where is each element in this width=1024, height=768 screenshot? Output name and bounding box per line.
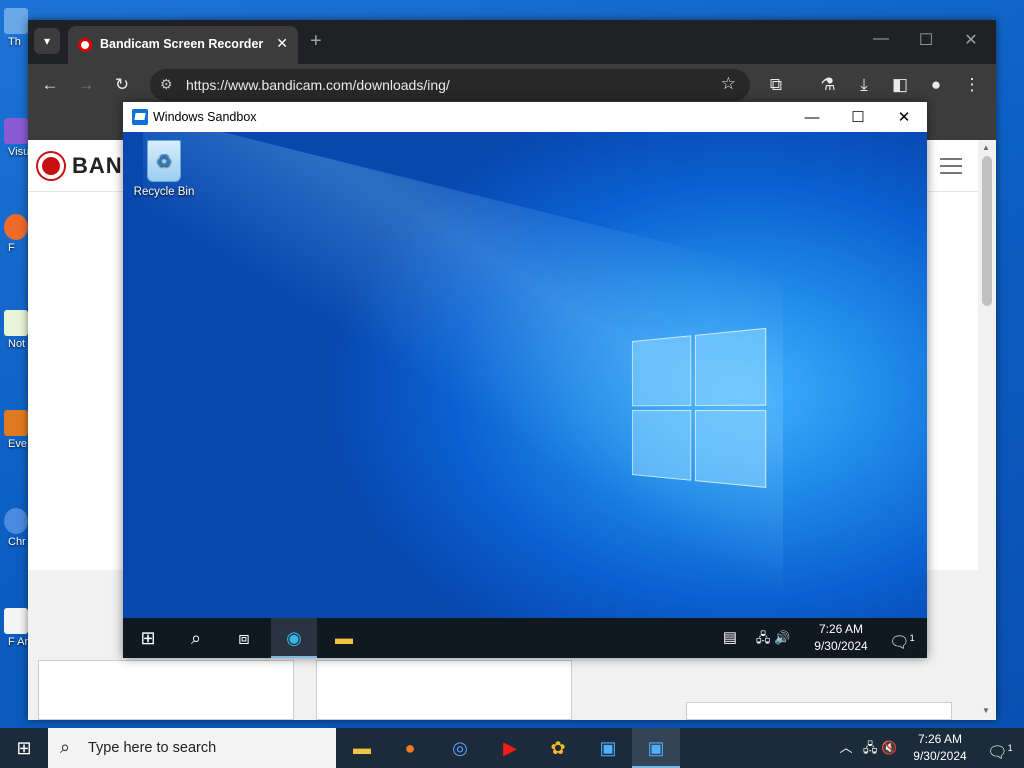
new-tab-button[interactable]: + (310, 30, 322, 53)
youtube-icon[interactable]: ▶ (486, 728, 534, 768)
profile-avatar-icon[interactable]: ● (924, 74, 948, 96)
file-icon (4, 608, 28, 634)
scrollbar-thumb[interactable] (982, 156, 992, 306)
notification-center-icon[interactable]: 🗨1 (976, 728, 1024, 768)
chevron-down-icon: ▾ (43, 34, 51, 48)
url-text: https://www.bandicam.com/downloads/ing/ (186, 77, 450, 93)
search-placeholder: Type here to search (88, 740, 217, 756)
app-pinwheel-icon[interactable]: ✿ (534, 728, 582, 768)
sandbox-app-icon (132, 109, 148, 125)
scroll-up-icon[interactable]: ▲ (982, 143, 990, 152)
sandbox-maximize-button[interactable]: ☐ (835, 106, 881, 130)
page-scrollbar[interactable]: ▲ ▼ (978, 140, 996, 720)
sandbox-desktop: Recycle Bin (123, 132, 927, 618)
taskbar-clock[interactable]: 7:26 AM 9/30/2024 (902, 731, 978, 765)
screenshot-thumbnail[interactable] (316, 660, 572, 720)
chrome-close-button[interactable]: ✕ (956, 30, 986, 50)
sandbox-time: 7:26 AM (818, 622, 864, 636)
bandicam-logo-icon[interactable] (38, 153, 64, 179)
chrome-icon[interactable]: ◎ (436, 728, 484, 768)
firefox-icon[interactable]: ● (386, 728, 434, 768)
desktop-icon-this-pc[interactable]: Th (0, 8, 30, 48)
taskbar-search-box[interactable]: ⌕ Type here to search (48, 728, 336, 768)
bandicam-favicon-icon (78, 38, 92, 52)
host-taskbar: ⊞ ⌕ Type here to search ▬ ● ◎ ▶ ✿ ▣ ▣ ︿ … (0, 728, 1024, 768)
chrome-menu-icon[interactable]: ⋮ (960, 74, 984, 96)
desktop-icon-firefox[interactable]: F (0, 214, 30, 254)
firefox-icon (4, 214, 28, 240)
chrome-maximize-button[interactable]: ☐ (911, 30, 941, 50)
tab-search-button[interactable]: ▾ (34, 28, 60, 54)
labs-flask-icon[interactable]: ⚗ (816, 74, 840, 96)
visual-studio-icon (4, 118, 28, 144)
file-explorer-icon[interactable]: ▬ (338, 728, 386, 768)
forward-icon[interactable]: → (74, 74, 98, 96)
sandbox-start-icon[interactable]: ⊞ (125, 618, 171, 658)
sandbox-edge-icon[interactable]: ◉ (271, 618, 317, 658)
extensions-icon[interactable]: ⧉ (764, 74, 788, 96)
show-hidden-icons-icon[interactable]: ︿ (834, 728, 858, 768)
windows-sandbox-window: Windows Sandbox — ☐ ✕ Recycle Bin ⊞ ⌕ ⧈ … (123, 102, 927, 658)
taskbar-time: 7:26 AM (917, 732, 963, 746)
sandbox-minimize-button[interactable]: — (789, 106, 835, 130)
everything-icon (4, 410, 28, 436)
chrome-icon (4, 508, 28, 534)
desktop-icon-visual-studio[interactable]: Visu (0, 118, 30, 158)
start-icon[interactable]: ⊞ (0, 728, 48, 768)
desktop-icon-everything[interactable]: Eve (0, 410, 30, 450)
sandbox-titlebar[interactable]: Windows Sandbox — ☐ ✕ (123, 102, 927, 132)
sandbox-date: 9/30/2024 (814, 639, 868, 653)
tab-title: Bandicam Screen Recorder Do (100, 37, 265, 51)
sandbox-news-icon[interactable]: ▤ (707, 618, 753, 658)
desktop-icon-file[interactable]: F Ani (0, 608, 30, 648)
notepad-icon (4, 310, 28, 336)
back-icon[interactable]: ← (38, 74, 62, 96)
sandbox-title: Windows Sandbox (153, 110, 257, 124)
sandbox-search-icon[interactable]: ⌕ (173, 618, 219, 658)
sandbox-network-volume-icon[interactable]: 🖧 🔊 (751, 618, 795, 658)
address-bar[interactable]: ⚙ https://www.bandicam.com/downloads/ing… (150, 69, 750, 101)
network-volume-icon[interactable]: 🖧 🔇 (858, 728, 902, 768)
tab-close-icon[interactable]: ✕ (276, 35, 288, 52)
sandbox-app-icon[interactable]: ▣ (584, 728, 632, 768)
sandbox-close-button[interactable]: ✕ (881, 106, 927, 130)
reload-icon[interactable]: ↻ (110, 74, 134, 96)
scroll-down-icon[interactable]: ▼ (982, 706, 990, 715)
site-info-icon[interactable]: ⚙ (160, 76, 173, 93)
sandbox-notification-icon[interactable]: 🗨1 (879, 618, 925, 658)
sandbox-task-view-icon[interactable]: ⧈ (221, 618, 267, 658)
hamburger-menu-icon[interactable] (940, 158, 962, 174)
windows-logo-wallpaper (631, 327, 769, 491)
recycle-bin-label: Recycle Bin (133, 186, 195, 198)
sandbox-clock[interactable]: 7:26 AM 9/30/2024 (809, 621, 873, 655)
taskbar-date: 9/30/2024 (913, 749, 967, 763)
sandbox-file-explorer-icon[interactable]: ▬ (321, 618, 367, 658)
downloads-icon[interactable]: ⤓ (852, 74, 876, 96)
sandbox-taskbar: ⊞ ⌕ ⧈ ◉ ▬ ▤ 🖧 🔊 7:26 AM 9/30/2024 🗨1 (123, 618, 927, 658)
recycle-bin[interactable]: Recycle Bin (131, 138, 197, 198)
tab-bandicam[interactable]: Bandicam Screen Recorder Do ✕ (68, 26, 298, 64)
desktop-icon-notepad[interactable]: Not (0, 310, 30, 350)
site-logo-text[interactable]: BAN (72, 153, 123, 179)
side-panel-icon[interactable]: ◧ (888, 74, 912, 96)
sandbox-app-active-icon[interactable]: ▣ (632, 728, 680, 768)
desktop-icon-chrome[interactable]: Chr (0, 508, 30, 548)
chrome-toolbar: ← → ↻ ⚙ https://www.bandicam.com/downloa… (28, 64, 996, 106)
this-pc-icon (4, 8, 28, 34)
screenshot-thumbnail[interactable] (38, 660, 294, 720)
recycle-bin-icon (147, 140, 181, 182)
bookmark-star-icon[interactable]: ☆ (721, 74, 736, 94)
search-icon: ⌕ (60, 737, 71, 757)
tab-strip: ▾ Bandicam Screen Recorder Do ✕ + — ☐ ✕ (28, 20, 996, 64)
chrome-minimize-button[interactable]: — (866, 30, 896, 48)
screenshot-thumbnail[interactable] (686, 702, 952, 720)
